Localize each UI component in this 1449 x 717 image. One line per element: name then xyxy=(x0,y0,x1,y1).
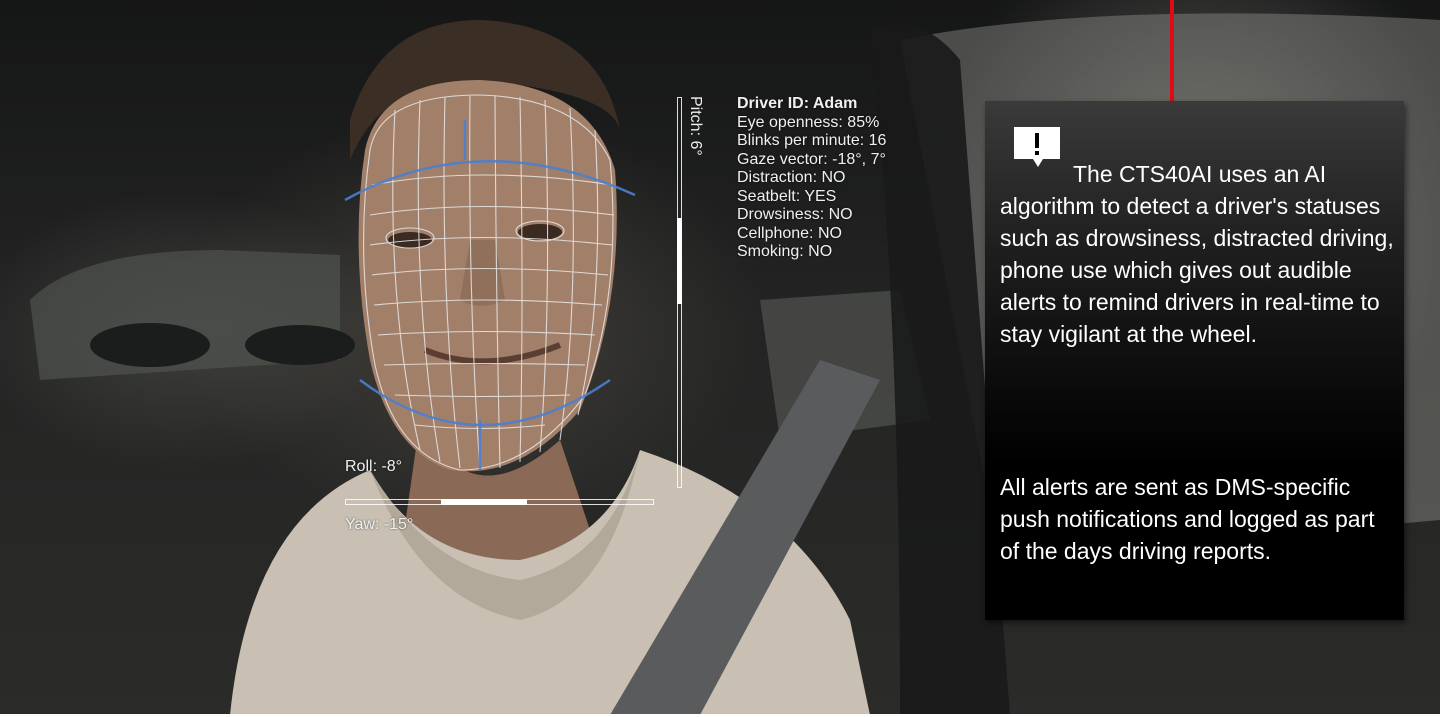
driver-status-panel: Driver ID: Adam Eye openness: 85% Blinks… xyxy=(737,95,886,262)
pitch-gauge-indicator xyxy=(677,218,682,305)
stat-drowsiness: Drowsiness: NO xyxy=(737,206,853,223)
card-paragraph-description: The CTS40AI uses an AI algorithm to dete… xyxy=(1000,161,1394,347)
pitch-label: Pitch: 6° xyxy=(687,96,704,156)
stat-cellphone: Cellphone: NO xyxy=(737,224,842,242)
yaw-label: Yaw: -15° xyxy=(345,516,414,533)
stat-eye-openness: Eye openness: 85% xyxy=(737,113,880,131)
callout-connector-line xyxy=(1170,0,1174,102)
stat-blinks: Blinks per minute: 16 xyxy=(737,132,887,149)
roll-label: Roll: -8° xyxy=(345,458,403,475)
driver-id: Driver ID: Adam xyxy=(737,95,858,112)
stat-distraction: Distraction: NO xyxy=(737,169,846,186)
yaw-gauge-indicator xyxy=(440,499,528,505)
stat-smoking: Smoking: NO xyxy=(737,243,833,260)
stat-gaze-vector: Gaze vector: -18°, 7° xyxy=(737,150,886,168)
card-paragraph-notifications: All alerts are sent as DMS-specific push… xyxy=(1000,474,1375,564)
stat-seatbelt: Seatbelt: YES xyxy=(737,187,837,205)
